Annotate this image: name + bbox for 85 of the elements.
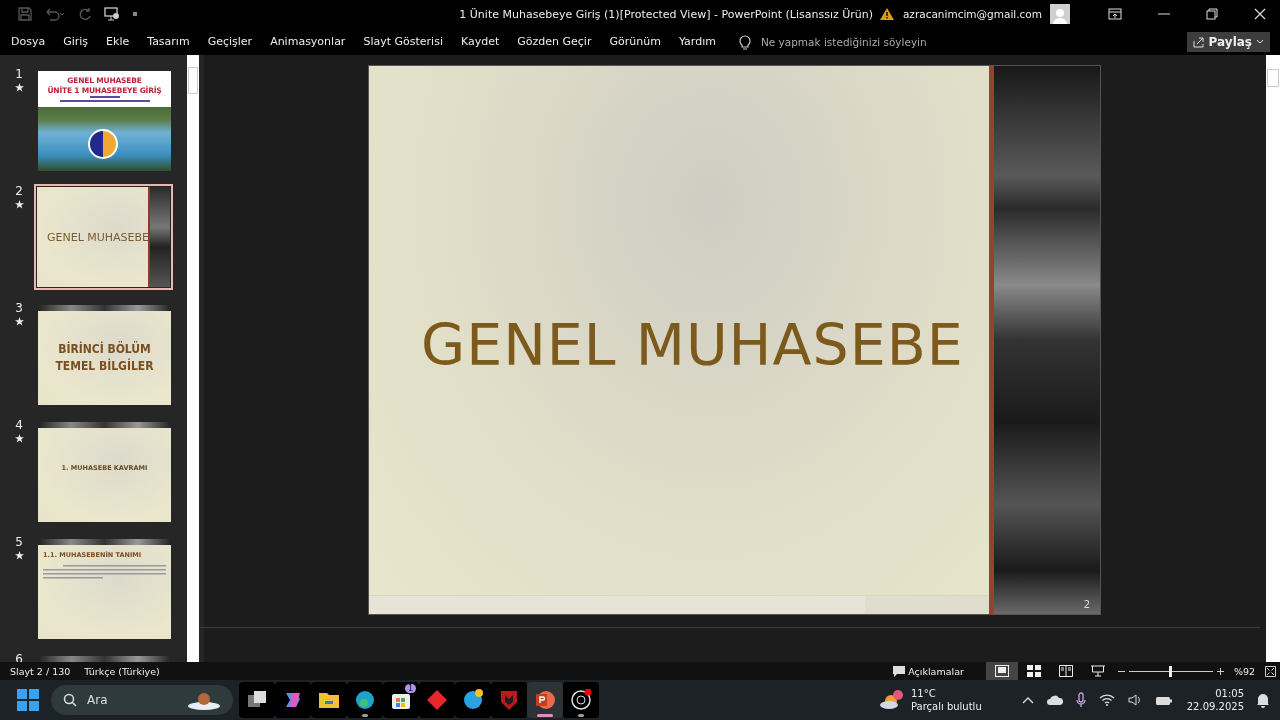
ribbon-tab[interactable]: Yardım xyxy=(669,35,725,48)
close-icon[interactable] xyxy=(1254,8,1266,20)
share-icon xyxy=(1192,35,1205,48)
slide-number: 2 xyxy=(15,184,23,198)
obs-icon xyxy=(570,689,592,711)
restore-icon[interactable] xyxy=(1206,8,1218,20)
customize-icon[interactable] xyxy=(132,10,138,18)
temperature: 11°C xyxy=(910,687,937,700)
slide-number: 3 xyxy=(15,301,23,315)
projector-screen-icon xyxy=(1090,665,1105,677)
search-icon xyxy=(63,693,77,707)
taskbar-app-button[interactable] xyxy=(563,682,599,718)
star-icon xyxy=(14,83,24,92)
warning-icon xyxy=(878,7,895,21)
star-icon xyxy=(14,317,24,326)
university-logo-icon xyxy=(88,129,118,159)
book-icon xyxy=(1058,665,1073,677)
slide-thumbnail[interactable]: GENEL MUHASEBE xyxy=(34,184,173,290)
scrollbar[interactable] xyxy=(1266,55,1280,662)
ribbon-tab[interactable]: Kaydet xyxy=(451,35,509,48)
speaker-icon[interactable] xyxy=(1127,694,1142,706)
powerpoint-icon xyxy=(534,689,556,711)
edge-icon xyxy=(354,689,376,711)
diamond-icon xyxy=(426,689,448,711)
ribbon-tab[interactable]: Dosya xyxy=(2,35,55,48)
slider-thumb[interactable] xyxy=(1169,665,1173,677)
ribbon-tab[interactable]: Geçişler xyxy=(198,35,262,48)
taskbar-app-button[interactable] xyxy=(527,682,563,718)
ribbon-tab[interactable]: Ekle xyxy=(97,35,139,48)
slide-title: BİRİNCİ BÖLÜM TEMEL BİLGİLER xyxy=(55,341,154,375)
star-icon xyxy=(14,551,24,560)
ribbon-tab[interactable]: Gözden Geçir xyxy=(508,35,601,48)
ribbon-tab[interactable]: Görünüm xyxy=(600,35,670,48)
wifi-icon[interactable] xyxy=(1098,694,1115,706)
notification-bell-icon[interactable] xyxy=(1256,692,1270,708)
zoom-level[interactable]: %92 xyxy=(1233,665,1255,677)
slide-number: 5 xyxy=(15,535,23,549)
search-highlight-icon xyxy=(187,690,221,710)
star-icon xyxy=(14,200,24,209)
caret-icon xyxy=(1256,38,1264,45)
slide-number: 4 xyxy=(15,418,23,432)
battery-icon[interactable] xyxy=(1154,694,1173,706)
ribbon-tab[interactable]: Tasarım xyxy=(138,35,199,48)
window-title: 1 Ünite Muhasebeye Giriş (1)[Protected View] - PowerPoint (Lisanssız Ürün) xyxy=(458,7,874,21)
cloud-icon[interactable] xyxy=(1046,695,1063,705)
comment-icon xyxy=(893,665,906,677)
windows-start-icon[interactable] xyxy=(17,689,39,711)
ribbon-display-icon[interactable] xyxy=(1108,8,1122,20)
slide-title[interactable]: GENEL MUHASEBE xyxy=(421,283,989,378)
taskbar-search-field[interactable]: Ara xyxy=(51,685,233,715)
weather-condition: Parçalı bulutlu xyxy=(910,700,982,713)
ribbon-tab[interactable]: Slayt Gösterisi xyxy=(354,35,452,48)
normal-view-button[interactable] xyxy=(985,662,1018,680)
undo-icon[interactable] xyxy=(44,7,66,21)
presentation-icon[interactable] xyxy=(104,7,120,21)
microphone-icon[interactable] xyxy=(1075,692,1086,708)
zoom-in-icon[interactable] xyxy=(1216,667,1224,675)
grid-icon xyxy=(1026,665,1041,677)
slide-title: GENEL MUHASEBE xyxy=(47,230,150,244)
redo-icon[interactable] xyxy=(78,7,92,21)
star-icon xyxy=(14,434,24,443)
normal-view-icon xyxy=(994,665,1009,677)
slide-number: 2 xyxy=(1083,599,1090,610)
notification-badge: 1 xyxy=(404,684,416,693)
ribbon-tab[interactable]: Giriş xyxy=(54,35,98,48)
clock-time[interactable]: 01:05 xyxy=(1215,687,1244,700)
slide-thumbnail[interactable]: BİRİNCİ BÖLÜM TEMEL BİLGİLER xyxy=(36,303,173,407)
slide-number: 1 xyxy=(15,67,23,81)
lightbulb-icon xyxy=(738,33,751,50)
fit-to-window-icon[interactable] xyxy=(1265,665,1276,677)
chevron-up-icon[interactable] xyxy=(1021,696,1034,704)
scrollbar[interactable] xyxy=(187,55,199,662)
comments-button[interactable]: Açıklamalar xyxy=(887,664,970,678)
help-icon xyxy=(462,689,484,711)
account-email[interactable]: azracanimcim@gmail.com xyxy=(902,8,1042,20)
ribbon-tab[interactable]: Animasyonlar xyxy=(261,35,355,48)
tell-me-field[interactable]: Ne yapmak istediğinizi söyleyin xyxy=(738,33,927,50)
shield-icon xyxy=(498,689,520,711)
taskbar-app-button[interactable]: 1 xyxy=(383,682,419,718)
language-indicator[interactable]: Türkçe (Türkiye) xyxy=(84,665,160,677)
weather-icon[interactable] xyxy=(878,689,905,711)
clock-date[interactable]: 22.09.2025 xyxy=(1186,700,1244,713)
slide-position: Slayt 2 / 130 xyxy=(10,665,71,677)
taskbar-app-button[interactable] xyxy=(239,682,275,718)
share-button[interactable]: Paylaş xyxy=(1186,31,1270,52)
